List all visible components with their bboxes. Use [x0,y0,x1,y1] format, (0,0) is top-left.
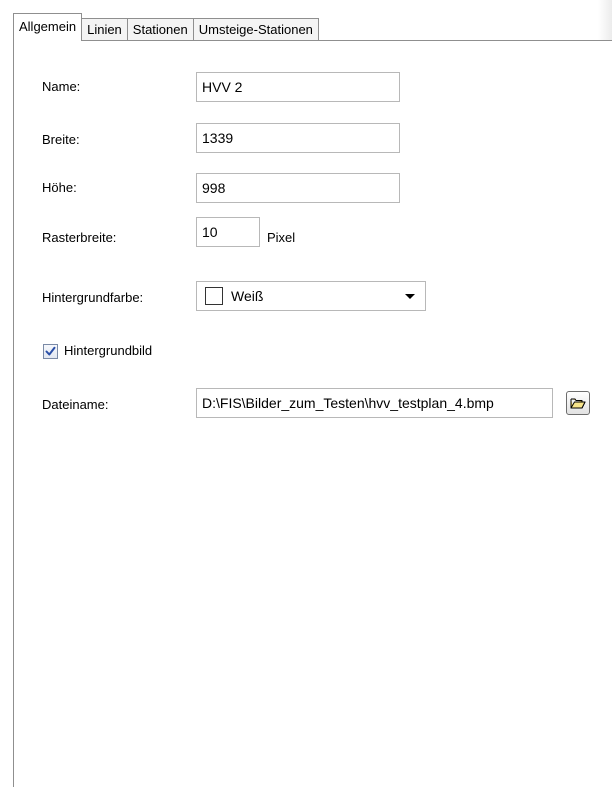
tab-allgemein[interactable]: Allgemein [13,13,83,41]
rasterbreite-unit: Pixel [267,230,296,245]
tab-umsteige-stationen[interactable]: Umsteige-Stationen [192,18,319,41]
hintergrundbild-checkbox[interactable] [43,344,58,359]
tab-bar: Allgemein Linien Stationen Umsteige-Stat… [13,13,319,41]
dateiname-input[interactable] [196,388,553,418]
hintergrundfarbe-value: Weiß [231,288,264,304]
name-input[interactable] [196,72,400,102]
chevron-down-icon [405,294,415,299]
tab-linien[interactable]: Linien [81,18,128,41]
name-label: Name: [42,79,81,94]
breite-label: Breite: [42,132,80,147]
hoehe-input[interactable] [196,173,400,203]
tab-panel-allgemein: Name: Breite: Höhe: Rasterbreite: Pixel … [13,40,612,787]
color-swatch [205,287,223,305]
folder-open-icon [570,398,586,409]
breite-input[interactable] [196,123,400,153]
hintergrundbild-label: Hintergrundbild [64,343,153,358]
hintergrundfarbe-label: Hintergrundfarbe: [42,290,144,305]
browse-button[interactable] [566,391,590,415]
properties-dialog: Allgemein Linien Stationen Umsteige-Stat… [0,0,612,787]
rasterbreite-input[interactable] [196,217,260,247]
hoehe-label: Höhe: [42,180,77,195]
hintergrundfarbe-select[interactable]: Weiß [196,281,426,311]
tab-stationen[interactable]: Stationen [126,18,194,41]
window-shadow [598,0,612,40]
checkmark-icon [45,346,56,356]
dateiname-label: Dateiname: [42,397,109,412]
rasterbreite-label: Rasterbreite: [42,230,117,245]
